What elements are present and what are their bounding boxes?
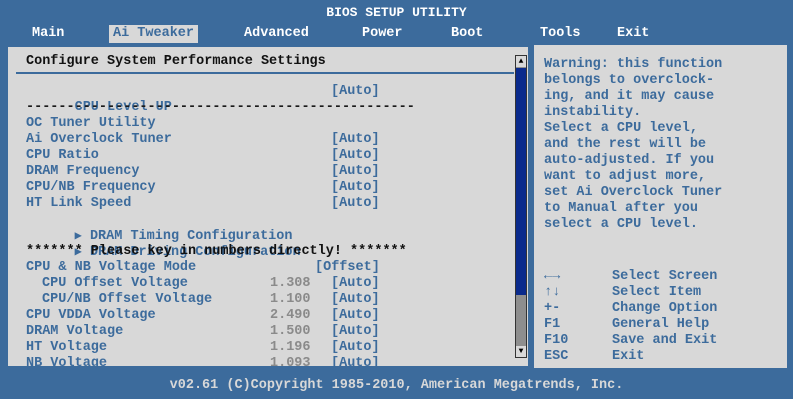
- help-line: Select a CPU level,: [544, 121, 698, 136]
- help-line: select a CPU level.: [544, 217, 698, 232]
- help-line: want to adjust more,: [544, 169, 707, 184]
- row-oc-tuner[interactable]: OC Tuner Utility: [26, 116, 156, 132]
- tab-exit[interactable]: Exit: [613, 25, 653, 43]
- key-in-note: ******* Please key in numbers directly! …: [26, 244, 407, 259]
- key-label: ESC: [544, 349, 569, 364]
- key-legend: ←→ Select Screen ↑↓ Select Item +- Change O…: [544, 253, 784, 364]
- row-cpu-ratio[interactable]: CPU Ratio: [26, 148, 99, 164]
- value-cpu-nb-offset-voltage[interactable]: [Auto]: [331, 292, 380, 308]
- tab-boot[interactable]: Boot: [447, 25, 487, 43]
- help-line: Warning: this function: [544, 57, 723, 72]
- row-ht-voltage[interactable]: HT Voltage: [26, 340, 107, 356]
- reading-cpu-offset-voltage: 1.308: [270, 276, 311, 291]
- key-row-select-item: ↑↓ Select Item: [544, 269, 784, 300]
- panel-heading: Configure System Performance Settings: [26, 54, 326, 69]
- row-dram-voltage[interactable]: DRAM Voltage: [26, 324, 123, 340]
- reading-ht-voltage: 1.196: [270, 340, 311, 355]
- tab-tools[interactable]: Tools: [536, 25, 585, 43]
- key-row-save-exit: F10 Save and Exit: [544, 317, 784, 348]
- help-line: and the rest will be: [544, 137, 707, 152]
- value-cpu-ratio[interactable]: [Auto]: [331, 148, 380, 164]
- help-line: ing, and it may cause: [544, 89, 715, 104]
- scroll-thumb[interactable]: [516, 68, 526, 295]
- reading-nb-voltage: 1.093: [270, 356, 311, 371]
- submenu-dram-timing[interactable]: ▶ DRAM Timing Configuration: [26, 212, 293, 244]
- settings-panel: Configure System Performance Settings CP…: [6, 45, 530, 371]
- copyright-footer: v02.61 (C)Copyright 1985-2010, American …: [0, 375, 793, 397]
- row-cpu-nb-frequency[interactable]: CPU/NB Frequency: [26, 180, 156, 196]
- tab-power[interactable]: Power: [358, 25, 407, 43]
- value-ht-link-speed[interactable]: [Auto]: [331, 196, 380, 212]
- row-cpu-nb-voltage-mode[interactable]: CPU & NB Voltage Mode: [26, 260, 196, 276]
- key-row-general-help: F1 General Help: [544, 301, 784, 332]
- reading-cpu-vdda-voltage: 2.490: [270, 308, 311, 323]
- row-dram-frequency[interactable]: DRAM Frequency: [26, 164, 139, 180]
- value-cpu-nb-frequency[interactable]: [Auto]: [331, 180, 380, 196]
- value-nb-voltage[interactable]: [Auto]: [331, 356, 380, 372]
- key-row-select-screen: ←→ Select Screen: [544, 253, 784, 284]
- help-line: belongs to overclock-: [544, 73, 715, 88]
- menu-bar: Main Ai Tweaker Advanced Power Boot Tool…: [0, 23, 793, 45]
- value-cpu-offset-voltage[interactable]: [Auto]: [331, 276, 380, 292]
- submenu-dram-driving[interactable]: ▶ DRAM Driving Configuration: [26, 228, 301, 260]
- separator-line: ----------------------------------------…: [26, 100, 415, 115]
- row-cpu-offset-voltage[interactable]: CPU Offset Voltage: [42, 276, 188, 292]
- window-title: BIOS SETUP UTILITY: [326, 5, 467, 20]
- help-line: set Ai Overclock Tuner: [544, 185, 723, 200]
- row-ai-overclock-tuner[interactable]: Ai Overclock Tuner: [26, 132, 172, 148]
- tab-advanced[interactable]: Advanced: [240, 25, 313, 43]
- tab-main[interactable]: Main: [28, 25, 68, 43]
- value-cpu-level-up[interactable]: [Auto]: [331, 84, 380, 100]
- key-row-change-option: +- Change Option: [544, 285, 784, 316]
- row-ht-link-speed[interactable]: HT Link Speed: [26, 196, 131, 212]
- row-nb-voltage[interactable]: NB Voltage: [26, 356, 107, 372]
- value-ht-voltage[interactable]: [Auto]: [331, 340, 380, 356]
- value-ai-overclock-tuner[interactable]: [Auto]: [331, 132, 380, 148]
- reading-dram-voltage: 1.500: [270, 324, 311, 339]
- value-dram-voltage[interactable]: [Auto]: [331, 324, 380, 340]
- row-cpu-nb-offset-voltage[interactable]: CPU/NB Offset Voltage: [42, 292, 212, 308]
- row-cpu-level-up[interactable]: CPU Level UP: [26, 84, 172, 115]
- arrow-down-icon[interactable]: ▼: [516, 346, 526, 357]
- help-description: Warning: this function belongs to overcl…: [544, 57, 784, 233]
- help-line: auto-adjusted. If you: [544, 153, 715, 168]
- value-cpu-vdda-voltage[interactable]: [Auto]: [331, 308, 380, 324]
- scrollbar[interactable]: ▲ ▼: [515, 55, 527, 358]
- help-line: instability.: [544, 105, 642, 120]
- help-line: to Manual after you: [544, 201, 698, 216]
- heading-divider: [16, 72, 514, 74]
- arrow-up-icon[interactable]: ▲: [516, 56, 526, 67]
- value-dram-frequency[interactable]: [Auto]: [331, 164, 380, 180]
- key-row-exit: ESC Exit: [544, 333, 784, 364]
- row-cpu-vdda-voltage[interactable]: CPU VDDA Voltage: [26, 308, 156, 324]
- reading-cpu-nb-offset-voltage: 1.100: [270, 292, 311, 307]
- key-desc: Exit: [612, 349, 645, 364]
- help-panel: Warning: this function belongs to overcl…: [532, 45, 787, 368]
- value-cpu-nb-voltage-mode[interactable]: [Offset]: [315, 260, 380, 276]
- tab-ai-tweaker[interactable]: Ai Tweaker: [109, 25, 199, 43]
- bios-screen: BIOS SETUP UTILITY Main Ai Tweaker Advan…: [0, 0, 793, 399]
